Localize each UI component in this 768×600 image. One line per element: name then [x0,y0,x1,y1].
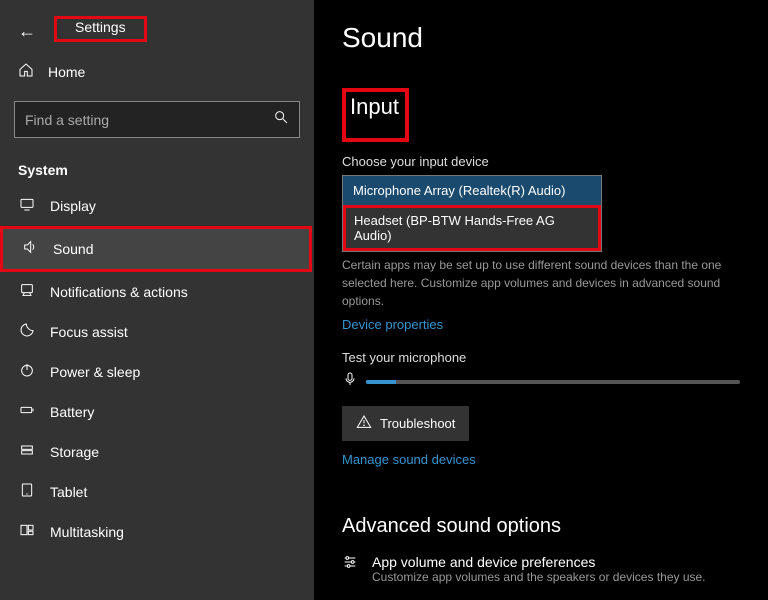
sidebar-item-label: Display [50,198,96,214]
sidebar-item-label: Power & sleep [50,364,140,380]
multitasking-icon [18,522,36,542]
troubleshoot-button[interactable]: Troubleshoot [342,406,469,441]
sound-icon [21,239,39,259]
sidebar-item-display[interactable]: Display [0,186,314,226]
focus-icon [18,322,36,342]
system-group-label: System [0,148,314,186]
home-label: Home [48,64,85,80]
sidebar-item-label: Sound [53,241,93,257]
app-volume-preferences[interactable]: App volume and device preferences Custom… [342,554,740,584]
manage-sound-link[interactable]: Manage sound devices [342,452,476,467]
sidebar-item-multitasking[interactable]: Multitasking [0,512,314,552]
input-hint-text: Certain apps may be set up to use differ… [342,256,740,310]
sidebar-item-label: Multitasking [50,524,124,540]
annotation-box-settings: Settings [54,16,147,42]
display-icon [18,196,36,216]
main-content: Sound Input Choose your input device Mic… [314,0,768,600]
sidebar-item-tablet[interactable]: Tablet [0,472,314,512]
sidebar-item-label: Tablet [50,484,87,500]
sidebar: ← Settings Home Find a setting System Di… [0,0,314,600]
annotation-box-input: Input [342,88,409,142]
search-placeholder: Find a setting [25,112,109,128]
dropdown-option-realtek[interactable]: Microphone Array (Realtek(R) Audio) [343,176,601,205]
search-icon [273,109,289,130]
sidebar-item-label: Focus assist [50,324,128,340]
sidebar-item-label: Battery [50,404,94,420]
sidebar-item-focus[interactable]: Focus assist [0,312,314,352]
home-icon [18,62,34,81]
sidebar-item-sound[interactable]: Sound [3,229,309,269]
sidebar-item-power[interactable]: Power & sleep [0,352,314,392]
choose-input-label: Choose your input device [342,154,740,169]
sidebar-item-label: Notifications & actions [50,284,188,300]
troubleshoot-label: Troubleshoot [380,416,455,431]
sidebar-item-notifications[interactable]: Notifications & actions [0,272,314,312]
battery-icon [18,402,36,422]
input-device-dropdown[interactable]: Microphone Array (Realtek(R) Audio) Head… [342,175,602,252]
sidebar-item-label: Storage [50,444,99,460]
page-title: Sound [342,22,740,54]
microphone-level-fill [366,380,396,384]
warning-icon [356,414,372,433]
search-input[interactable]: Find a setting [14,101,300,138]
pref-subtitle: Customize app volumes and the speakers o… [372,570,706,584]
sliders-icon [342,554,358,575]
notifications-icon [18,282,36,302]
test-microphone-label: Test your microphone [342,350,740,365]
dropdown-option-headset[interactable]: Headset (BP-BTW Hands-Free AG Audio) [343,205,601,251]
home-link[interactable]: Home [0,52,314,91]
sidebar-item-battery[interactable]: Battery [0,392,314,432]
advanced-options-title: Advanced sound options [342,515,740,538]
microphone-icon [342,371,358,392]
microphone-level-bar [366,380,740,384]
sidebar-item-storage[interactable]: Storage [0,432,314,472]
power-icon [18,362,36,382]
back-arrow-icon[interactable]: ← [18,21,36,42]
device-properties-link[interactable]: Device properties [342,317,443,332]
settings-title: Settings [65,16,136,38]
storage-icon [18,442,36,462]
pref-title: App volume and device preferences [372,554,706,570]
input-section-title: Input [350,94,399,120]
annotation-box-sound: Sound [0,226,312,272]
tablet-icon [18,482,36,502]
